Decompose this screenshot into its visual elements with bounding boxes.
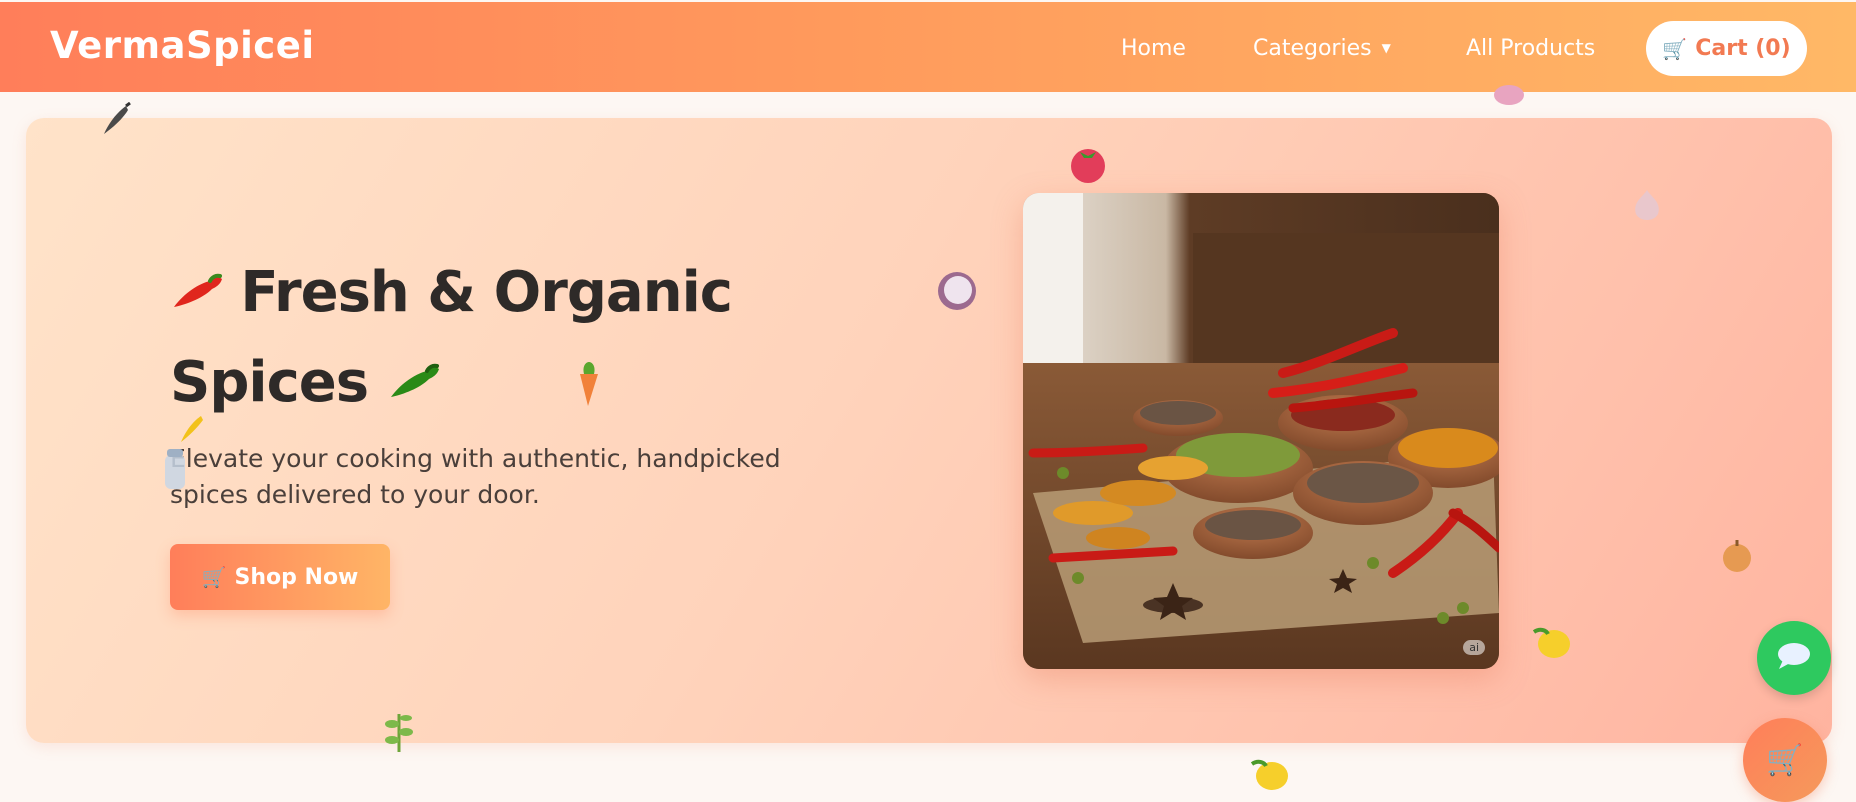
chevron-down-icon: ▼ <box>1381 41 1391 55</box>
cart-label: Cart (0) <box>1695 36 1791 61</box>
dark-chili-icon <box>98 101 132 141</box>
chat-button[interactable] <box>1757 621 1831 695</box>
onion-icon <box>1491 82 1527 111</box>
chat-bubble-icon <box>1777 642 1811 674</box>
coconut-icon <box>936 270 978 315</box>
shop-now-button[interactable]: 🛒 Shop Now <box>170 544 390 610</box>
hero-title-line2: Spices <box>170 350 369 415</box>
nav-categories-dropdown[interactable]: Categories ▼ <box>1253 36 1391 61</box>
hero-spices-image: ai <box>1023 193 1499 669</box>
nav-home-link[interactable]: Home <box>1121 36 1186 61</box>
garlic-icon <box>1628 186 1666 227</box>
carrot-icon <box>570 360 608 411</box>
salt-shaker-icon <box>160 447 190 494</box>
herb-sprig-icon <box>380 708 418 757</box>
hero-description: Elevate your cooking with authentic, han… <box>170 444 781 509</box>
green-chili-icon <box>387 361 443 412</box>
lemon-icon <box>1530 624 1574 665</box>
red-chili-icon <box>170 271 240 322</box>
yellow-chili-icon <box>175 412 207 449</box>
cart-button[interactable]: 🛒 Cart (0) <box>1646 21 1807 76</box>
shop-now-label: Shop Now <box>234 564 359 590</box>
floating-cart-button[interactable]: 🛒 <box>1743 718 1827 802</box>
cart-icon: 🛒 <box>1766 742 1804 778</box>
hero-title-line1: Fresh & Organic <box>240 260 733 325</box>
cart-icon: 🛒 <box>1662 36 1688 61</box>
navbar: VermaSpicei Home Categories ▼ All Product… <box>0 2 1856 92</box>
ai-generated-badge: ai <box>1463 640 1485 655</box>
lemon-icon-bottom <box>1248 756 1292 797</box>
nav-categories-label: Categories <box>1253 36 1372 61</box>
brand-logo[interactable]: VermaSpicei <box>50 24 315 67</box>
onion-small-icon <box>1720 538 1754 577</box>
cart-icon: 🛒 <box>201 565 227 589</box>
nav-all-products-link[interactable]: All Products <box>1466 36 1595 61</box>
tomato-icon <box>1066 142 1110 187</box>
hero-title: Fresh & Organic Spices <box>170 250 790 430</box>
